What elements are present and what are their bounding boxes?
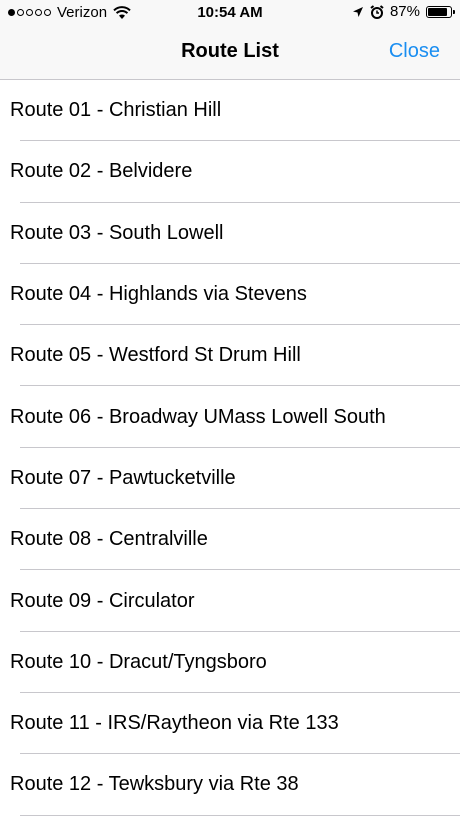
battery-icon — [426, 5, 455, 18]
status-right: 87% — [352, 3, 455, 20]
route-list-item[interactable]: Route 11 - IRS/Raytheon via Rte 133 — [0, 693, 460, 755]
route-list-item[interactable]: Route 09 - Circulator — [0, 570, 460, 632]
battery-level-fill — [428, 7, 448, 16]
route-list: Route 01 - Christian Hill Route 02 - Bel… — [0, 80, 460, 816]
route-list-item[interactable]: Route 12 - Tewksbury via Rte 38 — [0, 754, 460, 816]
route-list-item[interactable]: Route 05 - Westford St Drum Hill — [0, 325, 460, 387]
route-list-item[interactable]: Route 10 - Dracut/Tyngsboro — [0, 632, 460, 694]
route-list-item[interactable]: Route 04 - Highlands via Stevens — [0, 264, 460, 326]
location-arrow-icon — [352, 6, 363, 17]
route-list-item[interactable]: Route 01 - Christian Hill — [0, 80, 460, 142]
route-list-item[interactable]: Route 08 - Centralville — [0, 509, 460, 571]
route-list-item[interactable]: Route 03 - South Lowell — [0, 203, 460, 265]
status-bar: Verizon 10:54 AM 87% — [0, 0, 460, 26]
battery-percentage: 87% — [389, 3, 420, 20]
route-list-item[interactable]: Route 06 - Broadway UMass Lowell South — [0, 386, 460, 449]
route-list-item[interactable]: Route 02 - Belvidere — [0, 141, 460, 203]
close-button[interactable]: Close — [389, 40, 440, 63]
alarm-clock-icon — [370, 4, 384, 19]
route-list-item[interactable]: Route 07 - Pawtucketville — [0, 448, 460, 510]
navigation-bar: Route List Close — [0, 26, 460, 80]
